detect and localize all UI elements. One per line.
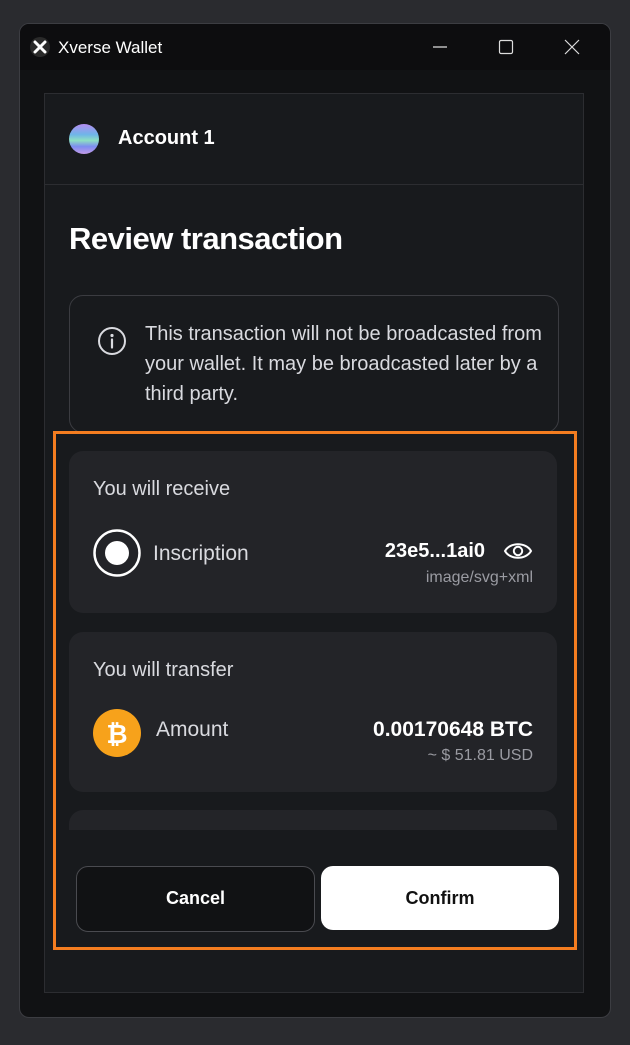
account-name: Account 1 (118, 127, 215, 149)
notice-text: This transaction will not be broadcasted… (145, 323, 542, 405)
title-bar: Xverse Wallet (20, 24, 610, 70)
window-title: Xverse Wallet (58, 38, 163, 57)
info-icon (98, 327, 126, 355)
account-header[interactable]: Account 1 (45, 94, 583, 185)
minimize-icon (433, 46, 447, 48)
account-avatar (69, 124, 99, 154)
maximize-button[interactable] (478, 24, 534, 70)
minimize-button[interactable] (412, 24, 468, 70)
page-title: Review transaction (69, 221, 343, 256)
xverse-logo-icon (30, 37, 50, 57)
close-icon (564, 39, 580, 55)
broadcast-notice: This transaction will not be broadcasted… (69, 295, 559, 433)
maximize-icon (498, 39, 514, 55)
highlight-frame (53, 431, 577, 950)
close-button[interactable] (544, 24, 600, 70)
